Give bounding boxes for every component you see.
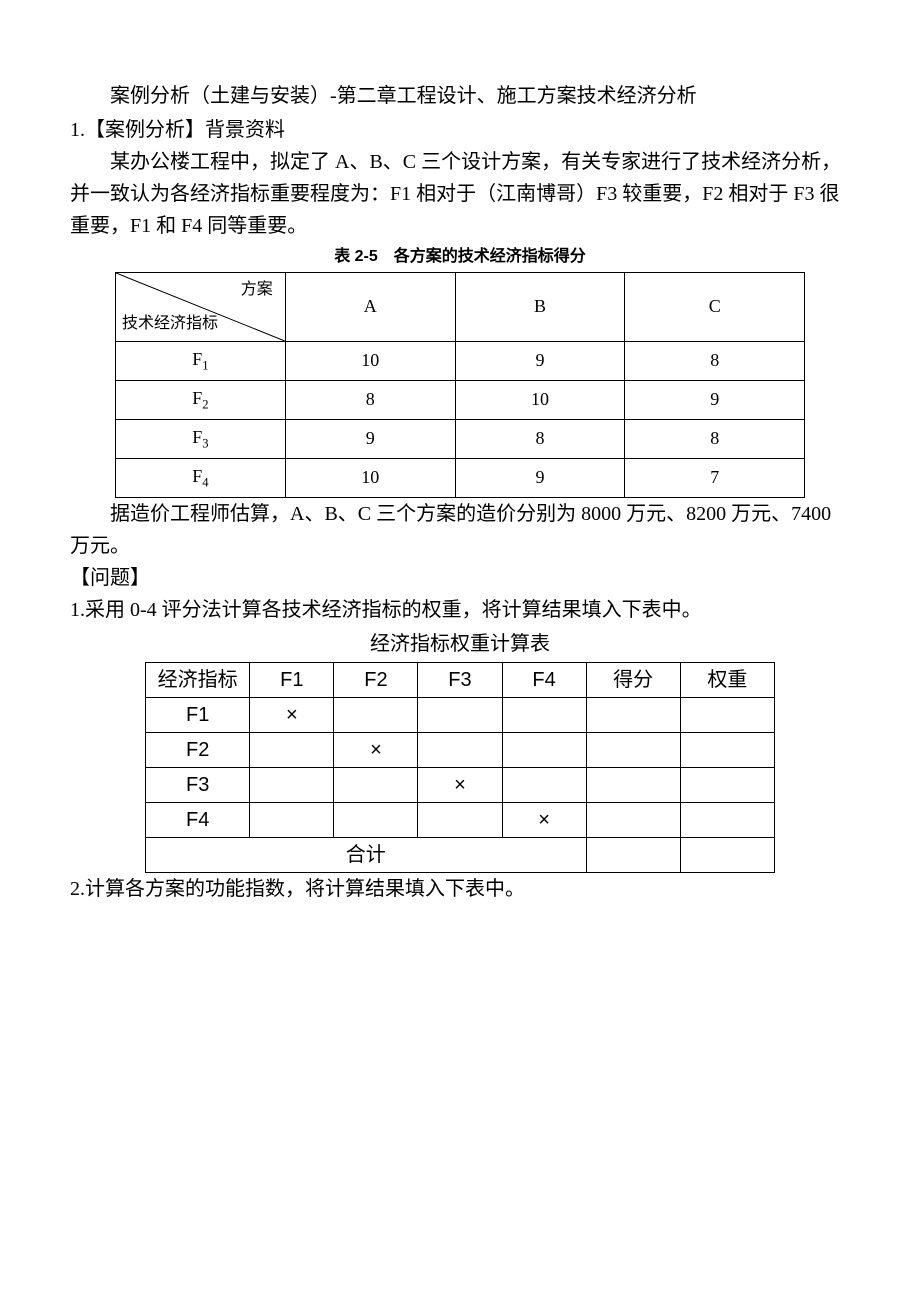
cell — [250, 767, 334, 802]
cell: 8 — [455, 419, 625, 458]
table-row: F2 × — [146, 732, 775, 767]
diag-bottom-label: 技术经济指标 — [122, 311, 218, 337]
cell: 9 — [285, 419, 455, 458]
cell — [586, 767, 680, 802]
cell — [502, 767, 586, 802]
cell: 8 — [285, 380, 455, 419]
question-2: 2.计算各方案的功能指数，将计算结果填入下表中。 — [70, 873, 850, 905]
row-label: F1 — [116, 341, 286, 380]
cell — [418, 732, 502, 767]
table1-col-c: C — [625, 272, 805, 341]
table-row-total: 合计 — [146, 837, 775, 872]
cell — [502, 732, 586, 767]
background-paragraph: 某办公楼工程中，拟定了 A、B、C 三个设计方案，有关专家进行了技术经济分析，并… — [70, 146, 850, 242]
table-row: F4 × — [146, 802, 775, 837]
question-heading: 【问题】 — [70, 562, 850, 594]
t2h-indicator: 经济指标 — [146, 662, 250, 697]
t2h-f4: F4 — [502, 662, 586, 697]
table1-diag-header: 方案 技术经济指标 — [116, 272, 286, 341]
cell — [680, 802, 774, 837]
cell — [250, 732, 334, 767]
cell — [586, 802, 680, 837]
cell: 8 — [625, 419, 805, 458]
cell: × — [334, 732, 418, 767]
row-label: F3 — [116, 419, 286, 458]
cell: 9 — [455, 341, 625, 380]
row-label: F4 — [116, 458, 286, 497]
table1-col-a: A — [285, 272, 455, 341]
row-label: F2 — [116, 380, 286, 419]
row-label: F4 — [146, 802, 250, 837]
cell — [334, 767, 418, 802]
cost-paragraph: 据造价工程师估算，A、B、C 三个方案的造价分别为 8000 万元、8200 万… — [70, 498, 850, 562]
table-row: F3 × — [146, 767, 775, 802]
cell — [334, 697, 418, 732]
t2h-f3: F3 — [418, 662, 502, 697]
table-row: F4 10 9 7 — [116, 458, 805, 497]
t2h-score: 得分 — [586, 662, 680, 697]
cell — [680, 837, 774, 872]
cell: 10 — [285, 458, 455, 497]
cell — [586, 697, 680, 732]
cell: 9 — [625, 380, 805, 419]
table-row: F1 × — [146, 697, 775, 732]
cell: 9 — [455, 458, 625, 497]
t2h-f2: F2 — [334, 662, 418, 697]
table-row: F1 10 9 8 — [116, 341, 805, 380]
t2h-weight: 权重 — [680, 662, 774, 697]
cell — [586, 732, 680, 767]
cell: 10 — [285, 341, 455, 380]
cell: × — [418, 767, 502, 802]
table-2: 经济指标 F1 F2 F3 F4 得分 权重 F1 × F2 × F3 × F4 — [145, 662, 775, 873]
cell — [418, 802, 502, 837]
page-title: 案例分析（土建与安装）-第二章工程设计、施工方案技术经济分析 — [70, 80, 850, 112]
cell — [502, 697, 586, 732]
cell — [680, 697, 774, 732]
cell — [334, 802, 418, 837]
question-1: 1.采用 0-4 评分法计算各技术经济指标的权重，将计算结果填入下表中。 — [70, 594, 850, 626]
t2h-f1: F1 — [250, 662, 334, 697]
table-row: F3 9 8 8 — [116, 419, 805, 458]
row-label: F3 — [146, 767, 250, 802]
cell: × — [250, 697, 334, 732]
table2-header-row: 经济指标 F1 F2 F3 F4 得分 权重 — [146, 662, 775, 697]
table1-caption: 表 2-5 各方案的技术经济指标得分 — [70, 244, 850, 270]
cell: × — [502, 802, 586, 837]
cell — [586, 837, 680, 872]
table1-col-b: B — [455, 272, 625, 341]
cell — [680, 767, 774, 802]
table-row: F2 8 10 9 — [116, 380, 805, 419]
table-1: 方案 技术经济指标 A B C F1 10 9 8 F2 8 10 9 F3 9… — [115, 272, 805, 498]
row-label: F2 — [146, 732, 250, 767]
diag-top-label: 方案 — [241, 277, 273, 303]
cell — [250, 802, 334, 837]
cell: 7 — [625, 458, 805, 497]
cell: 10 — [455, 380, 625, 419]
section-heading: 1.【案例分析】背景资料 — [70, 114, 850, 146]
cell — [680, 732, 774, 767]
cell — [418, 697, 502, 732]
total-label: 合计 — [146, 837, 587, 872]
row-label: F1 — [146, 697, 250, 732]
table2-caption: 经济指标权重计算表 — [70, 628, 850, 660]
cell: 8 — [625, 341, 805, 380]
